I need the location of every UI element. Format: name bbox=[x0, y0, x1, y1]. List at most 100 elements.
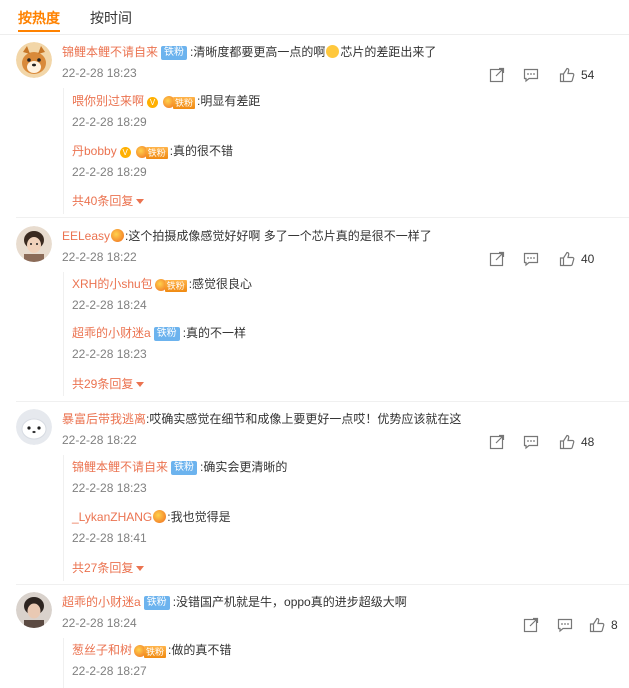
comment-actions: 8 bbox=[523, 616, 629, 634]
tabs-divider bbox=[0, 34, 629, 35]
comment-text: :这个拍摄成像感觉好好啊 多了一个芯片真的是很不一样了 bbox=[125, 229, 432, 243]
reply-body: 锦鲤本鲤不请自来 铁粉:确实会更清晰的 bbox=[72, 459, 287, 475]
reply-text: :感觉很良心 bbox=[188, 277, 253, 291]
reply-text: :明显有差距 bbox=[197, 94, 261, 108]
fan-badge: 铁粉 bbox=[171, 461, 198, 475]
tab-active-underline bbox=[18, 30, 60, 32]
reply-time: 22-2-28 18:29 bbox=[72, 165, 147, 179]
share-icon bbox=[489, 434, 505, 450]
dropdown-triangle-icon bbox=[136, 566, 145, 571]
reply-text: :确实会更清晰的 bbox=[200, 460, 288, 474]
thinking-emoji-icon bbox=[326, 45, 340, 58]
share-button[interactable] bbox=[523, 616, 539, 634]
reply-list: 锦鲤本鲤不请自来 铁粉:确实会更清晰的 22-2-28 18:23 _LykanZ… bbox=[63, 455, 620, 581]
fan-heart-icon bbox=[111, 229, 125, 242]
tab-by-time[interactable]: 按时间 bbox=[90, 8, 132, 28]
fan-heart-icon bbox=[153, 510, 167, 523]
reply-button[interactable] bbox=[557, 616, 573, 634]
comment-icon bbox=[557, 618, 573, 633]
fan-heart-icon: 铁粉 bbox=[163, 95, 196, 109]
comment-username[interactable]: 锦鲤本鲤不请自来 bbox=[62, 45, 158, 59]
reply-time: 22-2-28 18:23 bbox=[72, 347, 147, 361]
like-button[interactable]: 40 bbox=[559, 250, 594, 268]
like-button[interactable]: 8 bbox=[589, 616, 618, 634]
fan-heart-icon: 铁粉 bbox=[134, 644, 167, 658]
reply-text: :真的很不错 bbox=[169, 144, 234, 158]
more-replies-link[interactable]: 共29条回复 bbox=[72, 375, 145, 392]
reply-body: 葱丝子和树 铁粉:做的真不错 bbox=[72, 642, 231, 658]
reply-username[interactable]: XRH的小shu包 bbox=[72, 277, 153, 291]
comment-username[interactable]: 暴富后带我逃离 bbox=[62, 412, 146, 426]
like-count: 8 bbox=[611, 618, 618, 632]
like-icon bbox=[589, 617, 605, 633]
comment-icon bbox=[523, 68, 539, 83]
reply-button[interactable] bbox=[523, 250, 539, 268]
share-button[interactable] bbox=[489, 250, 505, 268]
comment-text-tail: 芯片的差距出来了 bbox=[340, 45, 437, 59]
reply-username[interactable]: 葱丝子和树 bbox=[72, 643, 132, 657]
reply-body: 丹bobby V 铁粉:真的很不错 bbox=[72, 143, 233, 159]
more-replies-label: 共40条回复 bbox=[72, 194, 134, 208]
avatar[interactable] bbox=[16, 409, 52, 445]
share-icon bbox=[489, 251, 505, 267]
reply-body: 超乖的小财迷a 铁粉:真的不一样 bbox=[72, 325, 246, 341]
reply-button[interactable] bbox=[523, 433, 539, 451]
reply-list: 葱丝子和树 铁粉:做的真不错 22-2-28 18:27 bbox=[63, 638, 620, 688]
comment-text: :哎确实感觉在细节和成像上要更好一点哎！优势应该就在这 bbox=[146, 412, 462, 426]
share-icon bbox=[489, 67, 505, 83]
dropdown-triangle-icon bbox=[136, 382, 145, 387]
fan-heart-icon: 铁粉 bbox=[135, 145, 168, 159]
share-icon bbox=[523, 617, 539, 633]
reply-username[interactable]: 喂你别过来啊 bbox=[72, 94, 144, 108]
like-icon bbox=[559, 67, 575, 83]
comment-icon bbox=[523, 252, 539, 267]
reply-time: 22-2-28 18:23 bbox=[72, 481, 147, 495]
vip-icon: V bbox=[119, 147, 131, 158]
like-button[interactable]: 48 bbox=[559, 433, 594, 451]
comment-separator bbox=[16, 584, 629, 585]
avatar[interactable] bbox=[16, 592, 52, 628]
comment-body: 锦鲤本鲤不请自来 铁粉:清晰度都要更高一点的啊 芯片的差距出来了 bbox=[62, 44, 436, 60]
comment-username[interactable]: 超乖的小财迷a bbox=[62, 595, 141, 609]
comment-actions: 54 bbox=[489, 66, 629, 84]
comment-time: 22-2-28 18:22 bbox=[62, 250, 137, 264]
reply-body: _LykanZHANG :我也觉得是 bbox=[72, 509, 231, 525]
comment-actions: 40 bbox=[489, 250, 629, 268]
like-count: 54 bbox=[581, 68, 595, 82]
share-button[interactable] bbox=[489, 66, 505, 84]
comment-username[interactable]: EELeasy bbox=[62, 229, 110, 243]
avatar[interactable] bbox=[16, 42, 52, 78]
reply-time: 22-2-28 18:41 bbox=[72, 531, 147, 545]
comment-time: 22-2-28 18:23 bbox=[62, 66, 137, 80]
like-icon bbox=[559, 434, 575, 450]
like-count: 40 bbox=[581, 252, 595, 266]
fan-badge: 铁粉 bbox=[153, 327, 180, 341]
comment-actions: 48 bbox=[489, 433, 629, 451]
comment-text: :没错国产机就是牛，oppo真的进步超级大啊 bbox=[172, 595, 407, 609]
comment-separator bbox=[16, 401, 629, 402]
reply-time: 22-2-28 18:27 bbox=[72, 664, 147, 678]
share-button[interactable] bbox=[489, 433, 505, 451]
like-count: 48 bbox=[581, 435, 595, 449]
reply-text: :我也觉得是 bbox=[167, 510, 231, 524]
reply-button[interactable] bbox=[523, 66, 539, 84]
like-button[interactable]: 54 bbox=[559, 66, 594, 84]
reply-list: 喂你别过来啊 V 铁粉:明显有差距 22-2-28 18:29 丹bobby V 铁粉:… bbox=[63, 88, 620, 214]
more-replies-link[interactable]: 共40条回复 bbox=[72, 192, 145, 209]
comment-time: 22-2-28 18:24 bbox=[62, 616, 137, 630]
reply-time: 22-2-28 18:29 bbox=[72, 115, 147, 129]
more-replies-link[interactable]: 共27条回复 bbox=[72, 559, 145, 576]
comment-icon bbox=[523, 435, 539, 450]
reply-username[interactable]: 丹bobby bbox=[72, 144, 117, 158]
comment-text: :清晰度都要更高一点的啊 bbox=[190, 45, 326, 59]
reply-username[interactable]: _LykanZHANG bbox=[72, 510, 152, 524]
reply-username[interactable]: 锦鲤本鲤不请自来 bbox=[72, 460, 168, 474]
fan-badge: 铁粉 bbox=[143, 596, 170, 610]
fan-badge: 铁粉 bbox=[161, 46, 188, 60]
tab-by-hot[interactable]: 按热度 bbox=[18, 8, 60, 28]
reply-username[interactable]: 超乖的小财迷a bbox=[72, 326, 151, 340]
reply-body: XRH的小shu包 铁粉:感觉很良心 bbox=[72, 276, 252, 292]
avatar[interactable] bbox=[16, 226, 52, 262]
like-icon bbox=[559, 251, 575, 267]
vip-icon: V bbox=[147, 97, 159, 108]
